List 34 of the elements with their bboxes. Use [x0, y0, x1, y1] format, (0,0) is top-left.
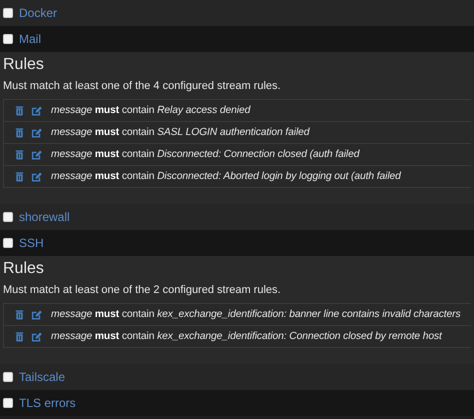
delete-icon[interactable] — [14, 309, 25, 320]
edit-icon[interactable] — [31, 127, 42, 138]
rule-text: message must contain kex_exchange_identification: Connection closed by remote host — [51, 331, 442, 342]
checkbox[interactable] — [3, 398, 13, 408]
rules-heading: Rules — [3, 55, 45, 75]
stream-link[interactable]: shorewall — [19, 210, 70, 224]
checkbox[interactable] — [3, 212, 13, 222]
rules-heading: Rules — [3, 259, 45, 279]
delete-icon[interactable] — [14, 105, 25, 116]
delete-icon[interactable] — [14, 127, 25, 138]
edit-icon[interactable] — [31, 171, 42, 182]
edit-icon[interactable] — [31, 309, 42, 320]
stream-link[interactable]: Tailscale — [19, 370, 66, 384]
rules-description: Must match at least one of the 2 configured stream rules. — [3, 283, 282, 297]
rule-text: message must contain kex_exchange_identification: banner line contains invalid characters — [51, 309, 461, 320]
rules-description: Must match at least one of the 4 configured stream rules. — [3, 79, 282, 93]
stream-link[interactable]: Docker — [19, 6, 58, 20]
checkbox[interactable] — [3, 8, 13, 18]
checkbox[interactable] — [3, 238, 13, 248]
stream-link[interactable]: Mail — [19, 32, 42, 46]
rule-text: message must contain Disconnected: Connection closed (auth failed — [51, 149, 360, 160]
stream-link[interactable]: SSH — [19, 236, 44, 250]
edit-icon[interactable] — [31, 105, 42, 116]
edit-icon[interactable] — [31, 331, 42, 342]
stream-link[interactable]: TLS errors — [19, 396, 76, 410]
delete-icon[interactable] — [14, 331, 25, 342]
checkbox[interactable] — [3, 34, 13, 44]
rule-text: message must contain Relay access denied — [51, 105, 250, 116]
rule-text: message must contain SASL LOGIN authentication failed — [51, 127, 310, 138]
checkbox[interactable] — [3, 372, 13, 382]
delete-icon[interactable] — [14, 149, 25, 160]
edit-icon[interactable] — [31, 149, 42, 160]
delete-icon[interactable] — [14, 171, 25, 182]
rule-text: message must contain Disconnected: Aborted login by logging out (auth failed — [51, 171, 401, 182]
